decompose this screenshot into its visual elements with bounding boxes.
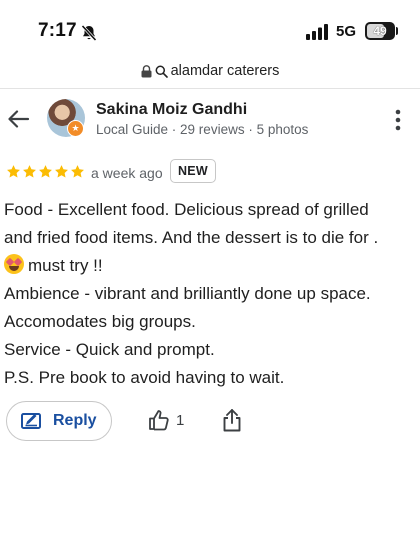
review-time: a week ago xyxy=(91,165,163,181)
star-icon xyxy=(55,165,68,178)
bell-slash-icon xyxy=(81,24,97,42)
star-icon xyxy=(7,165,20,178)
local-guide-badge-icon: ★ xyxy=(67,120,84,137)
reply-label: Reply xyxy=(53,412,97,429)
reply-edit-icon xyxy=(21,413,41,429)
back-arrow-icon[interactable] xyxy=(6,106,32,132)
battery-nub xyxy=(396,27,398,35)
review-line: and fried food items. And the dessert is… xyxy=(4,228,379,247)
author-name[interactable]: Sakina Moiz Gandhi xyxy=(96,101,247,119)
search-icon xyxy=(155,65,168,78)
star-struck-emoji-icon xyxy=(4,254,24,274)
battery-level: 49 xyxy=(373,24,387,38)
reply-button[interactable]: Reply xyxy=(6,401,112,441)
network-type: 5G xyxy=(336,23,357,40)
more-vert-icon[interactable] xyxy=(395,109,401,131)
star-icon xyxy=(39,165,52,178)
author-meta: Local Guide · 29 reviews · 5 photos xyxy=(96,122,309,137)
star-rating xyxy=(6,164,85,179)
review-line: Accomodates big groups. xyxy=(4,312,196,331)
review-text: Food - Excellent food. Delicious spread … xyxy=(4,196,416,392)
review-line: Ambience - vibrant and brilliantly done … xyxy=(4,284,371,303)
star-icon xyxy=(23,165,36,178)
review-line: Service - Quick and prompt. xyxy=(4,340,215,359)
address-bar[interactable]: alamdar caterers xyxy=(0,60,420,82)
status-time: 7:17 xyxy=(38,20,77,41)
review-line: must try !! xyxy=(4,252,416,280)
thumbs-up-icon xyxy=(149,410,169,431)
new-badge: NEW xyxy=(170,159,216,183)
divider xyxy=(0,88,420,89)
lock-icon xyxy=(141,64,152,77)
review-line: P.S. Pre book to avoid having to wait. xyxy=(4,368,285,387)
url-text: alamdar caterers xyxy=(170,63,280,79)
star-icon xyxy=(71,165,84,178)
share-icon[interactable] xyxy=(221,408,243,432)
like-count: 1 xyxy=(176,411,185,429)
signal-bars-icon xyxy=(306,24,328,40)
review-line-text: must try !! xyxy=(28,256,103,275)
battery-indicator: 49 xyxy=(365,22,395,40)
like-button[interactable]: 1 xyxy=(148,409,184,431)
review-line: Food - Excellent food. Delicious spread … xyxy=(4,200,369,219)
